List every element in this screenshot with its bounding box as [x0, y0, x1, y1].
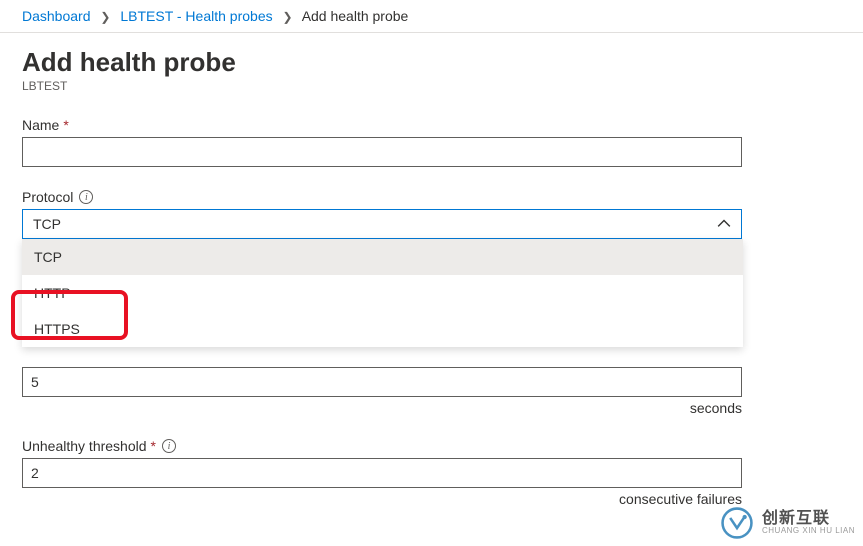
unhealthy-threshold-suffix: consecutive failures — [22, 491, 742, 507]
protocol-option-https[interactable]: HTTPS — [22, 311, 743, 347]
interval-input[interactable] — [22, 367, 742, 397]
breadcrumb: Dashboard ❯ LBTEST - Health probes ❯ Add… — [0, 0, 863, 33]
required-asterisk: * — [63, 117, 68, 133]
breadcrumb-dashboard[interactable]: Dashboard — [22, 8, 91, 24]
info-icon[interactable]: i — [79, 190, 93, 204]
breadcrumb-health-probes[interactable]: LBTEST - Health probes — [120, 8, 272, 24]
protocol-dropdown: TCP HTTP HTTPS — [22, 239, 743, 347]
watermark: 创新互联 CHUANG XIN HU LIAN — [720, 506, 855, 540]
field-name: Name * — [22, 117, 841, 167]
watermark-main-text: 创新互联 — [762, 511, 855, 527]
chevron-right-icon: ❯ — [283, 10, 293, 24]
interval-suffix: seconds — [22, 400, 742, 416]
protocol-select[interactable]: TCP TCP HTTP HTTPS — [22, 209, 742, 239]
required-asterisk: * — [151, 438, 156, 454]
field-protocol: Protocol i TCP TCP HTTP HTTPS — [22, 189, 841, 239]
unhealthy-threshold-label: Unhealthy threshold * i — [22, 438, 841, 454]
unhealthy-threshold-label-text: Unhealthy threshold — [22, 438, 147, 454]
watermark-sub-text: CHUANG XIN HU LIAN — [762, 527, 855, 535]
field-interval: seconds — [22, 367, 841, 416]
name-label: Name * — [22, 117, 841, 133]
chevron-right-icon: ❯ — [100, 10, 110, 24]
chevron-up-icon — [717, 217, 731, 231]
unhealthy-threshold-input[interactable] — [22, 458, 742, 488]
protocol-label-text: Protocol — [22, 189, 73, 205]
field-unhealthy-threshold: Unhealthy threshold * i consecutive fail… — [22, 438, 841, 507]
page-title: Add health probe — [22, 47, 841, 78]
watermark-logo-icon — [720, 506, 754, 540]
protocol-label: Protocol i — [22, 189, 841, 205]
protocol-selected-value: TCP — [33, 216, 61, 232]
protocol-option-http[interactable]: HTTP — [22, 275, 743, 311]
page-subtitle: LBTEST — [22, 79, 841, 93]
name-label-text: Name — [22, 117, 59, 133]
protocol-option-tcp[interactable]: TCP — [22, 239, 743, 275]
info-icon[interactable]: i — [162, 439, 176, 453]
name-input[interactable] — [22, 137, 742, 167]
breadcrumb-current: Add health probe — [302, 8, 409, 24]
